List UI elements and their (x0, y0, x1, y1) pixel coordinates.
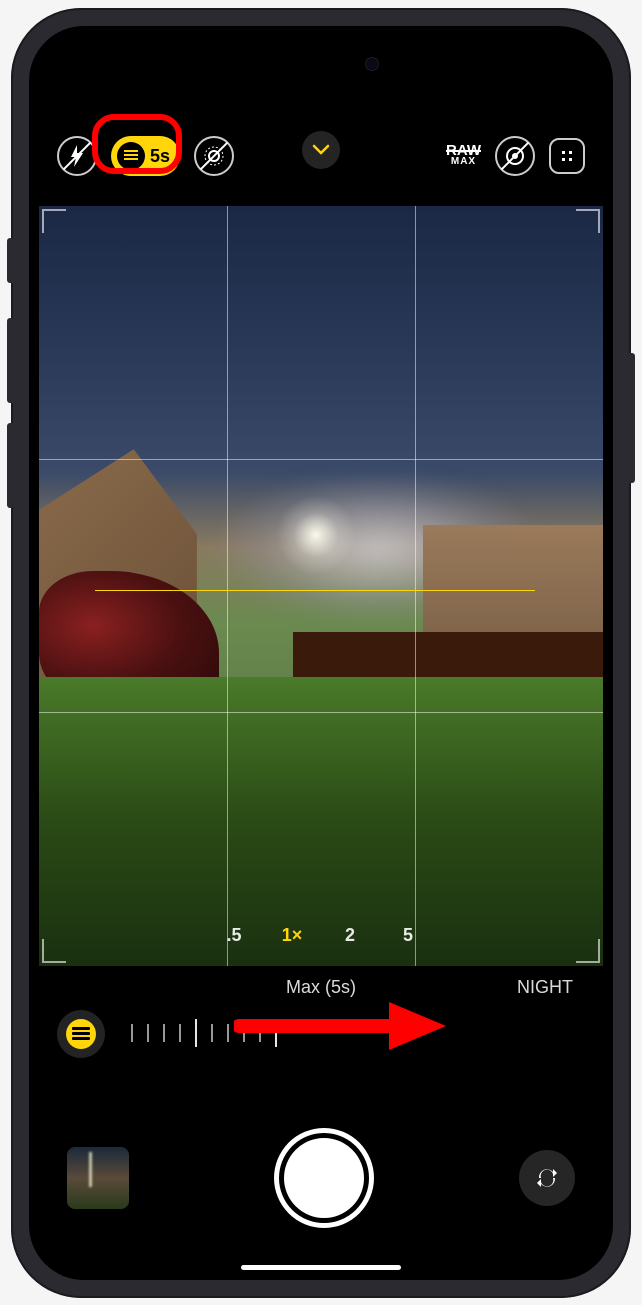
preview-grass (39, 677, 603, 966)
slider-tick-major (195, 1019, 197, 1047)
slider-tick (259, 1024, 261, 1042)
volume-down-button (7, 423, 13, 508)
shutter-button[interactable] (279, 1133, 369, 1223)
viewfinder-corner (42, 939, 66, 963)
screen: 5s RAW MAX (29, 26, 613, 1280)
zoom-option-1x[interactable]: 1× (277, 925, 307, 946)
viewfinder-corner (576, 209, 600, 233)
preview-moon (276, 495, 356, 575)
grid-line (39, 459, 603, 460)
camera-mode-label: NIGHT (517, 977, 573, 998)
night-mode-button[interactable] (57, 1010, 105, 1058)
slider-tick (147, 1024, 149, 1042)
slider-tick (131, 1024, 133, 1042)
slider-tick-major (275, 1019, 277, 1047)
slider-tick (179, 1024, 181, 1042)
home-indicator[interactable] (241, 1265, 401, 1270)
zoom-controls: .5 1× 2 5 (219, 925, 423, 946)
live-photo-toggle[interactable] (194, 136, 234, 176)
viewfinder-corner (576, 939, 600, 963)
camera-bottom-controls (29, 1118, 613, 1238)
camera-viewfinder[interactable]: .5 1× 2 5 (39, 206, 603, 966)
slider-tick (227, 1024, 229, 1042)
flip-camera-button[interactable] (519, 1150, 575, 1206)
raw-sub-text: MAX (446, 158, 481, 167)
night-duration-label: Max (5s) (286, 977, 356, 998)
power-button (629, 353, 635, 483)
volume-up-button (7, 318, 13, 403)
night-mode-duration: 5s (150, 146, 170, 167)
camera-top-controls: 5s RAW MAX (29, 126, 613, 186)
raw-format-toggle[interactable]: RAW MAX (446, 145, 481, 166)
night-mode-icon (66, 1019, 96, 1049)
viewfinder-corner (42, 209, 66, 233)
grid-line (227, 206, 228, 966)
zoom-option-5x[interactable]: 5 (393, 925, 423, 946)
slider-tick (243, 1024, 245, 1042)
flash-toggle[interactable] (57, 136, 97, 176)
photo-library-thumbnail[interactable] (67, 1147, 129, 1209)
level-indicator (95, 590, 535, 591)
grid-line (415, 206, 416, 966)
night-mode-indicator[interactable]: 5s (111, 136, 180, 176)
action-mode-toggle[interactable] (549, 138, 585, 174)
zoom-option-2x[interactable]: 2 (335, 925, 365, 946)
night-mode-icon (117, 142, 145, 170)
photographic-styles-toggle[interactable] (495, 136, 535, 176)
slider-tick (211, 1024, 213, 1042)
night-mode-panel: Max (5s) NIGHT (29, 971, 613, 1081)
phone-device-frame: 5s RAW MAX (11, 8, 631, 1298)
silent-switch (7, 238, 13, 283)
exposure-slider[interactable] (131, 1013, 573, 1053)
dynamic-island (251, 44, 391, 84)
zoom-option-0.5x[interactable]: .5 (219, 925, 249, 946)
front-camera-dot (365, 57, 379, 71)
flip-camera-icon (533, 1164, 561, 1192)
slider-tick (163, 1024, 165, 1042)
grid-line (39, 712, 603, 713)
